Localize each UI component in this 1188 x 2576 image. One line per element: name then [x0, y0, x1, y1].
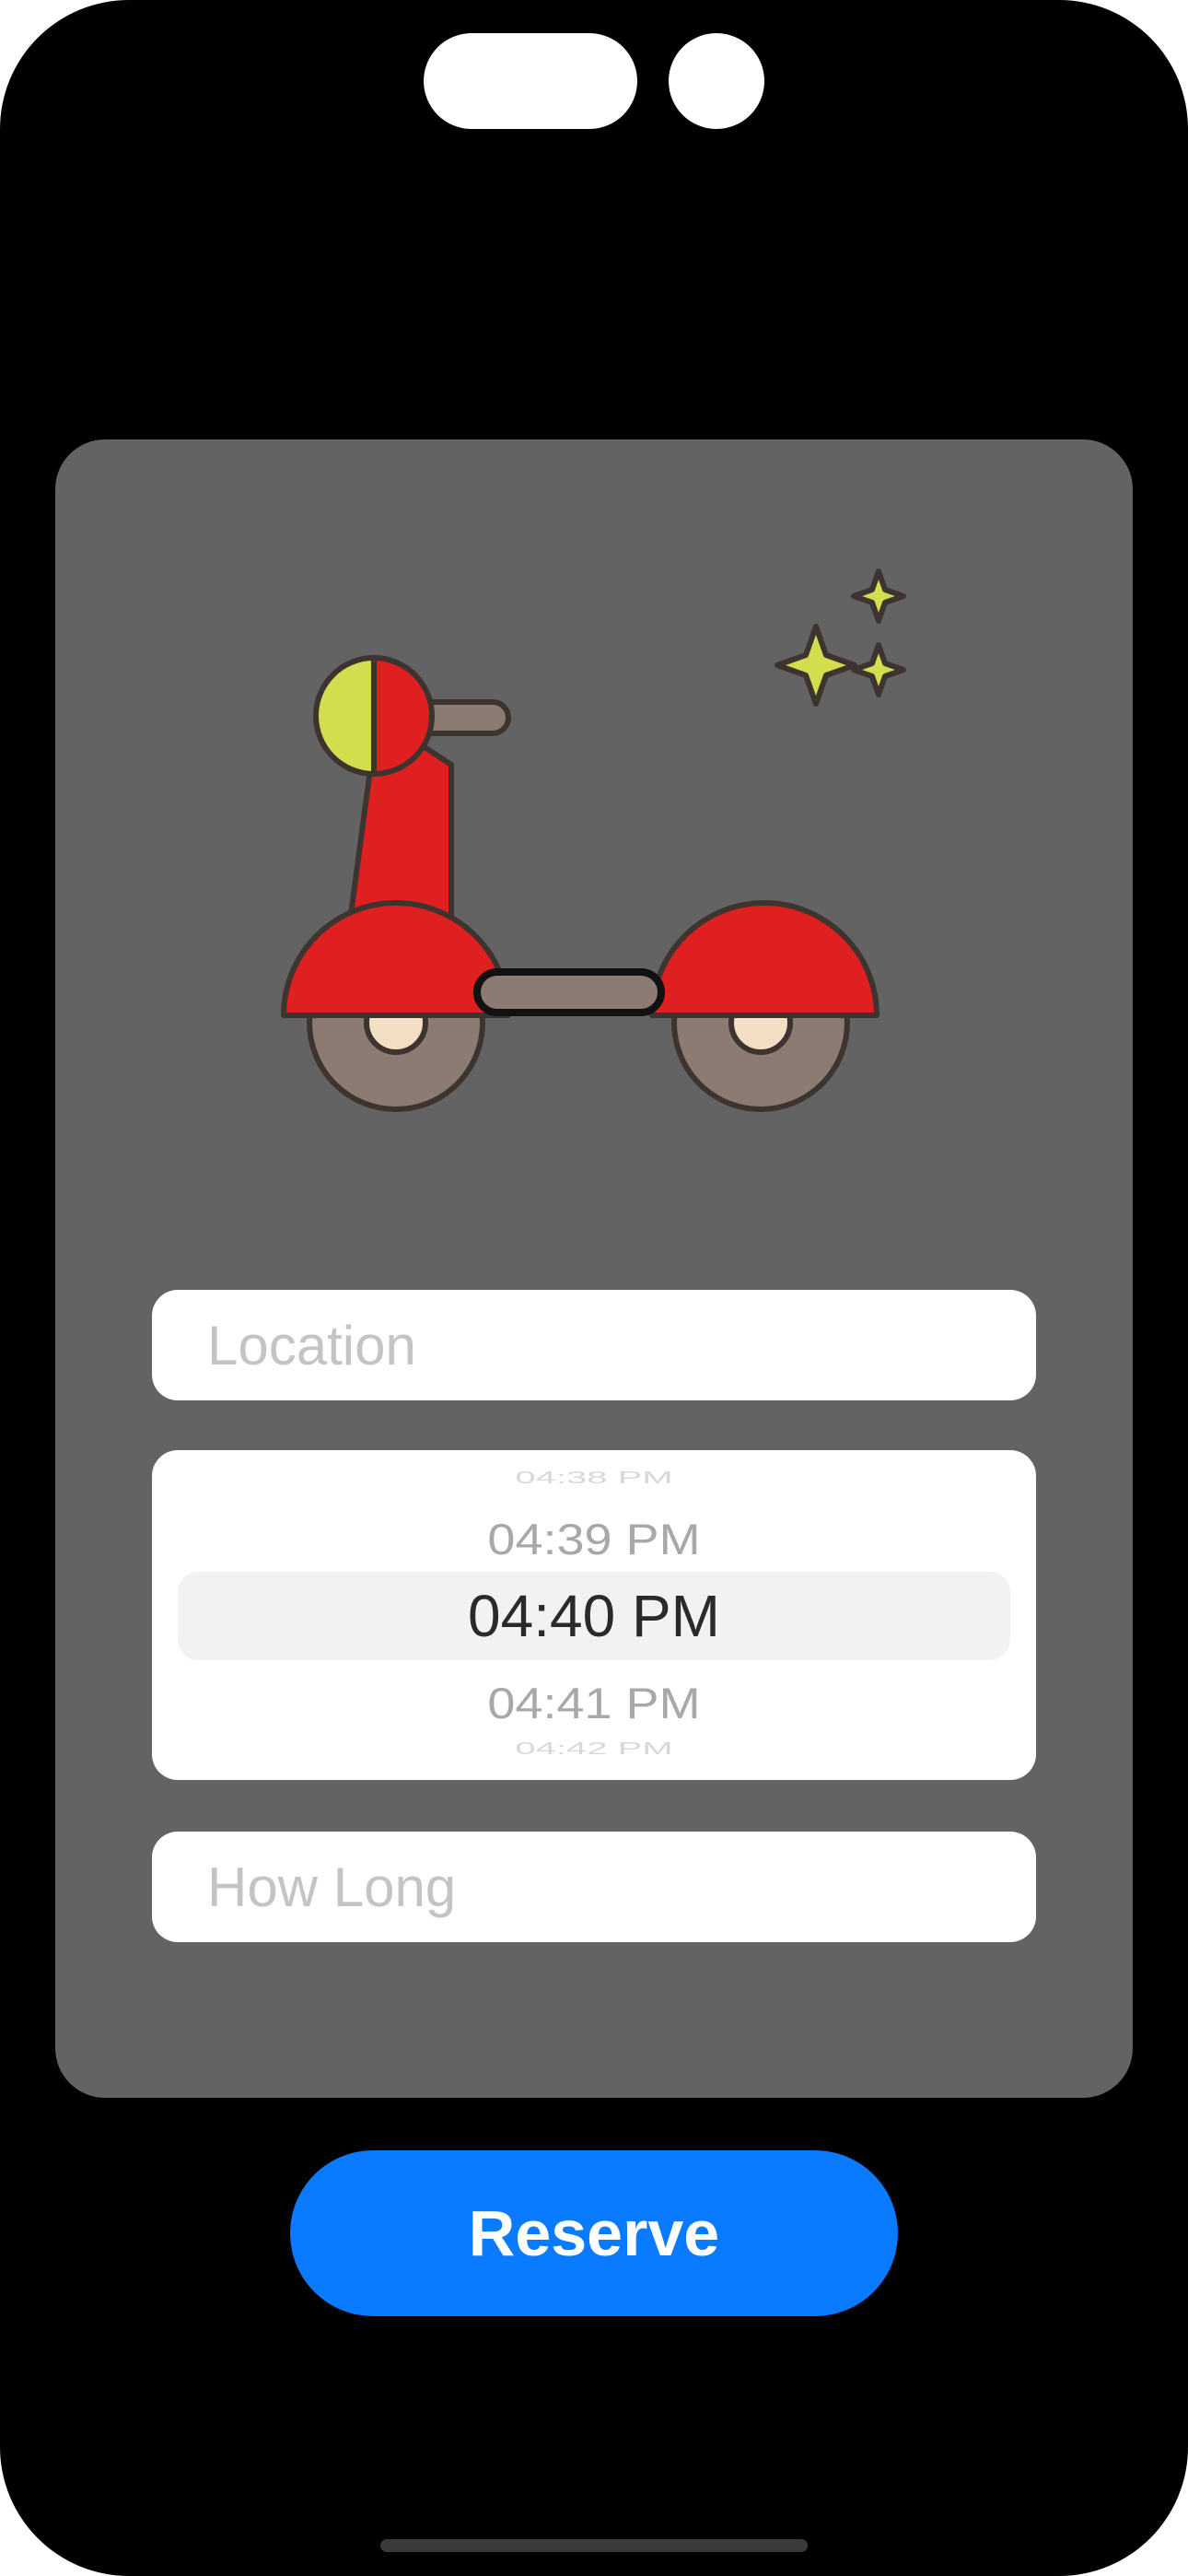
- location-field[interactable]: [152, 1290, 1036, 1400]
- picker-row-previous[interactable]: 04:39 PM: [152, 1511, 1036, 1568]
- picker-row-next[interactable]: 04:41 PM: [152, 1675, 1036, 1732]
- picker-row-selected[interactable]: 04:40 PM: [152, 1579, 1036, 1653]
- scooter-icon: [281, 568, 906, 1112]
- phone-frame: 04:38 PM 04:39 PM 04:40 PM 04:41 PM 04:4…: [0, 0, 1188, 2576]
- picker-row-edge-bottom[interactable]: 04:42 PM: [152, 1740, 1036, 1757]
- reserve-button[interactable]: Reserve: [290, 2150, 898, 2316]
- sparkles-icon: [775, 568, 906, 707]
- time-picker[interactable]: 04:38 PM 04:39 PM 04:40 PM 04:41 PM 04:4…: [152, 1450, 1036, 1780]
- location-input[interactable]: [207, 1290, 999, 1400]
- dynamic-island-pill: [424, 33, 637, 129]
- how-long-input[interactable]: [207, 1832, 999, 1942]
- how-long-field[interactable]: [152, 1832, 1036, 1942]
- dynamic-island-camera: [669, 33, 764, 129]
- picker-row-edge-top[interactable]: 04:38 PM: [152, 1469, 1036, 1486]
- home-indicator[interactable]: [380, 2539, 808, 2552]
